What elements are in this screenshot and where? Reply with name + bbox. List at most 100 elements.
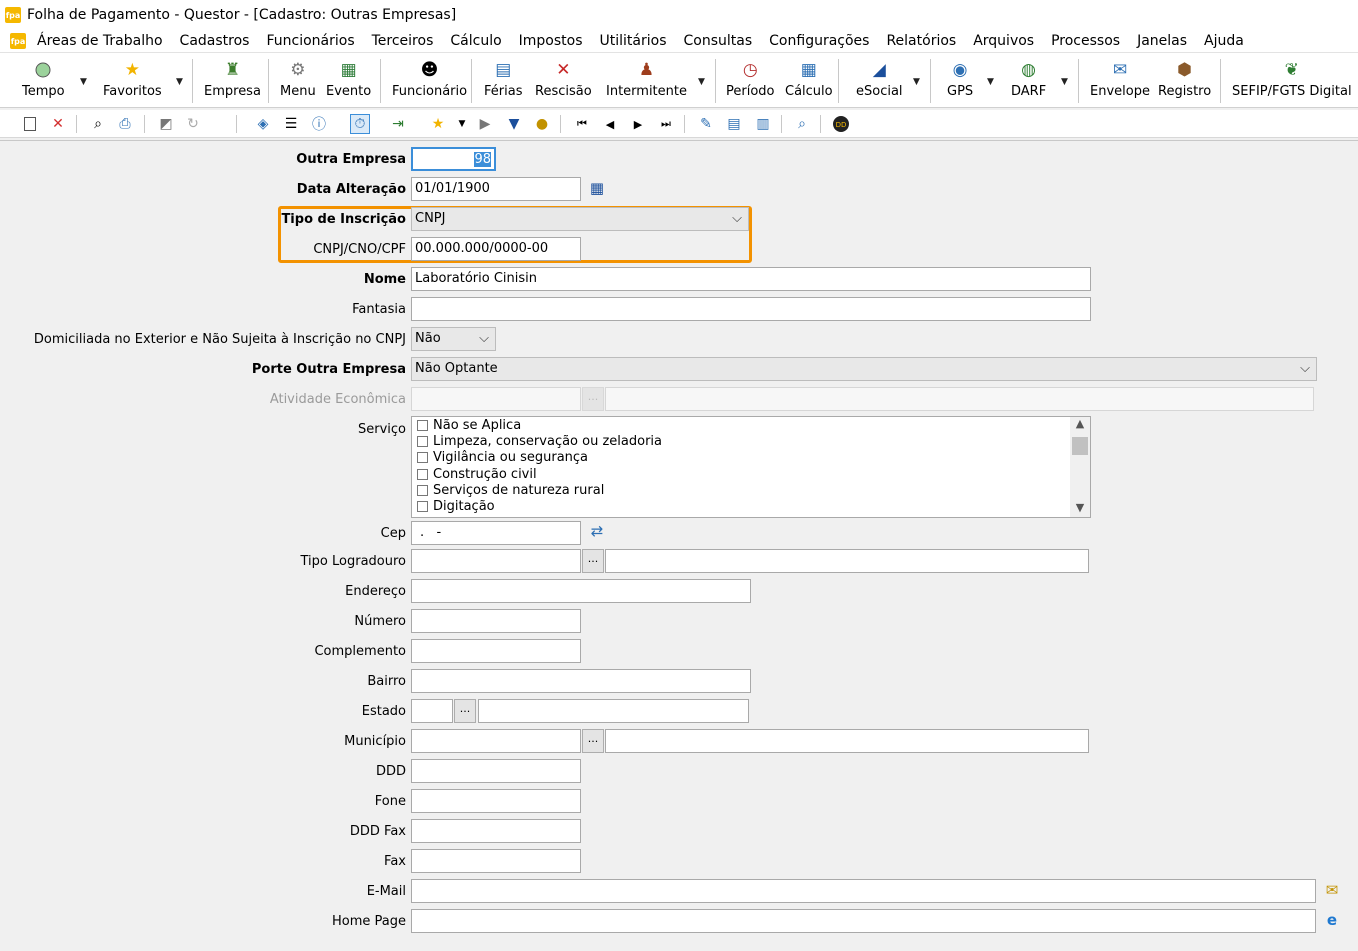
report-icon[interactable]: ▤ — [724, 114, 744, 134]
calculo-button[interactable]: ▦ Cálculo — [785, 59, 833, 105]
calendar-icon[interactable]: ▦ — [587, 178, 607, 198]
numero-field[interactable] — [411, 609, 581, 633]
menu-areas-de-trabalho[interactable]: Áreas de Trabalho — [28, 33, 171, 49]
tipo-logradouro-code-field[interactable] — [411, 549, 581, 573]
intermitente-dropdown-icon[interactable]: ▼ — [698, 77, 705, 87]
servico-option[interactable]: Vigilância ou segurança — [412, 450, 1090, 466]
cnpj-field[interactable]: 00.000.000/0000-00 — [411, 237, 581, 261]
checkbox[interactable] — [417, 501, 428, 513]
municipio-code-field[interactable] — [411, 729, 581, 753]
filter-icon[interactable]: ▼ — [504, 114, 524, 134]
pdf-icon[interactable]: ● — [532, 114, 552, 134]
servico-option[interactable]: Digitação — [412, 498, 1090, 514]
darf-dropdown-icon[interactable]: ▼ — [1061, 77, 1068, 87]
servico-option[interactable]: Não se Aplica — [412, 417, 1090, 433]
menu-relatorios[interactable]: Relatórios — [877, 33, 964, 49]
complemento-field[interactable] — [411, 639, 581, 663]
menu-janelas[interactable]: Janelas — [1128, 33, 1195, 49]
tipo-logradouro-lookup-button[interactable]: ... — [582, 549, 604, 573]
porte-select[interactable]: Não Optante ⌵ — [411, 357, 1317, 381]
list-icon[interactable]: ☰ — [281, 114, 301, 134]
fantasia-field[interactable] — [411, 297, 1091, 321]
checkbox[interactable] — [417, 484, 428, 496]
estado-code-field[interactable] — [411, 699, 453, 723]
intermitente-button[interactable]: ♟ Intermitente — [606, 59, 687, 105]
tempo-button[interactable]: Tempo — [22, 59, 65, 105]
gps-dropdown-icon[interactable]: ▼ — [987, 77, 994, 87]
dd-icon[interactable]: DD — [831, 114, 851, 134]
periodo-button[interactable]: ◷ Período — [726, 59, 775, 105]
tempo-dropdown-icon[interactable]: ▼ — [80, 77, 87, 87]
data-alteracao-field[interactable]: 01/01/1900 — [411, 177, 581, 201]
sefip-button[interactable]: ❦ SEFIP/FGTS Digital — [1232, 59, 1352, 105]
printer-icon[interactable]: ⎙ — [115, 114, 135, 134]
outra-empresa-field[interactable]: 98 — [411, 147, 496, 171]
checkbox[interactable] — [417, 435, 428, 447]
menu-impostos[interactable]: Impostos — [510, 33, 591, 49]
menu-button[interactable]: ⚙ Menu — [280, 59, 316, 105]
next-record-icon[interactable]: ▶ — [628, 114, 648, 134]
servico-option[interactable]: Serviços de natureza rural — [412, 482, 1090, 498]
homepage-field[interactable] — [411, 909, 1316, 933]
info-icon[interactable]: ⓘ — [309, 114, 329, 134]
municipio-lookup-button[interactable]: ... — [582, 729, 604, 753]
favoritos-dropdown-icon[interactable]: ▼ — [176, 77, 183, 87]
browser-icon[interactable]: e — [1322, 910, 1342, 930]
menu-utilitarios[interactable]: Utilitários — [591, 33, 675, 49]
municipio-desc-field[interactable] — [605, 729, 1089, 753]
export-icon[interactable]: ▥ — [753, 114, 773, 134]
send-email-icon[interactable]: ✉ — [1322, 880, 1342, 900]
tipo-inscricao-select[interactable]: CNPJ ⌵ — [411, 207, 749, 231]
menu-funcionarios[interactable]: Funcionários — [257, 33, 362, 49]
refresh-icon[interactable]: ↻ — [183, 114, 203, 134]
funcionario-button[interactable]: ☻ Funcionário — [392, 59, 467, 105]
fone-field[interactable] — [411, 789, 581, 813]
tipo-logradouro-desc-field[interactable] — [605, 549, 1089, 573]
last-record-icon[interactable]: ⏭ — [656, 114, 676, 134]
checkbox[interactable] — [417, 468, 428, 480]
favoritos-button[interactable]: ★ Favoritos — [103, 59, 162, 105]
cep-field[interactable]: . - — [411, 521, 581, 545]
nome-field[interactable]: Laboratório Cinisin — [411, 267, 1091, 291]
ferias-button[interactable]: ▤ Férias — [484, 59, 522, 105]
envelope-button[interactable]: ✉ Envelope — [1090, 59, 1150, 105]
star-icon[interactable]: ★ — [428, 114, 448, 134]
delete-icon[interactable]: ✕ — [48, 114, 68, 134]
menu-terceiros[interactable]: Terceiros — [363, 33, 442, 49]
ddd-fax-field[interactable] — [411, 819, 581, 843]
app-menu-icon[interactable]: fpa — [10, 33, 26, 49]
menu-calculo[interactable]: Cálculo — [441, 33, 509, 49]
save-icon[interactable]: ◩ — [156, 114, 176, 134]
esocial-button[interactable]: ◢ eSocial — [856, 59, 903, 105]
exit-icon[interactable]: ⇥ — [388, 114, 408, 134]
checkbox[interactable] — [417, 419, 428, 431]
servico-checklist[interactable]: Não se Aplica Limpeza, conservação ou ze… — [411, 416, 1091, 518]
menu-ajuda[interactable]: Ajuda — [1195, 33, 1252, 49]
domiciliada-select[interactable]: Não ⌵ — [411, 327, 496, 351]
binoculars-icon[interactable]: ⌕ — [88, 114, 108, 134]
endereco-field[interactable] — [411, 579, 751, 603]
menu-configuracoes[interactable]: Configurações — [760, 33, 877, 49]
chevron-down-icon[interactable]: ▼ — [1070, 501, 1090, 517]
empresa-button[interactable]: ♜ Empresa — [204, 59, 261, 105]
chevron-up-icon[interactable]: ▲ — [1070, 417, 1090, 433]
timer-icon[interactable]: ⏱ — [350, 114, 370, 134]
email-field[interactable] — [411, 879, 1316, 903]
menu-arquivos[interactable]: Arquivos — [964, 33, 1042, 49]
servico-option[interactable]: Construção civil — [412, 466, 1090, 482]
bairro-field[interactable] — [411, 669, 751, 693]
ddd-field[interactable] — [411, 759, 581, 783]
prev-record-icon[interactable]: ◀ — [600, 114, 620, 134]
menu-cadastros[interactable]: Cadastros — [171, 33, 258, 49]
checkbox[interactable] — [417, 452, 428, 464]
darf-button[interactable]: ◍ DARF — [1011, 59, 1046, 105]
evento-button[interactable]: ▦ Evento — [326, 59, 371, 105]
esocial-dropdown-icon[interactable]: ▼ — [913, 77, 920, 87]
scrollbar[interactable]: ▲ ▼ — [1070, 417, 1090, 517]
door-icon[interactable]: ▶ — [475, 114, 495, 134]
registro-button[interactable]: ⬢ Registro — [1158, 59, 1211, 105]
estado-lookup-button[interactable]: ... — [454, 699, 476, 723]
preview-icon[interactable]: ⌕ — [792, 114, 812, 134]
cep-search-icon[interactable]: ⇄ — [587, 521, 607, 541]
edit-icon[interactable]: ✎ — [696, 114, 716, 134]
